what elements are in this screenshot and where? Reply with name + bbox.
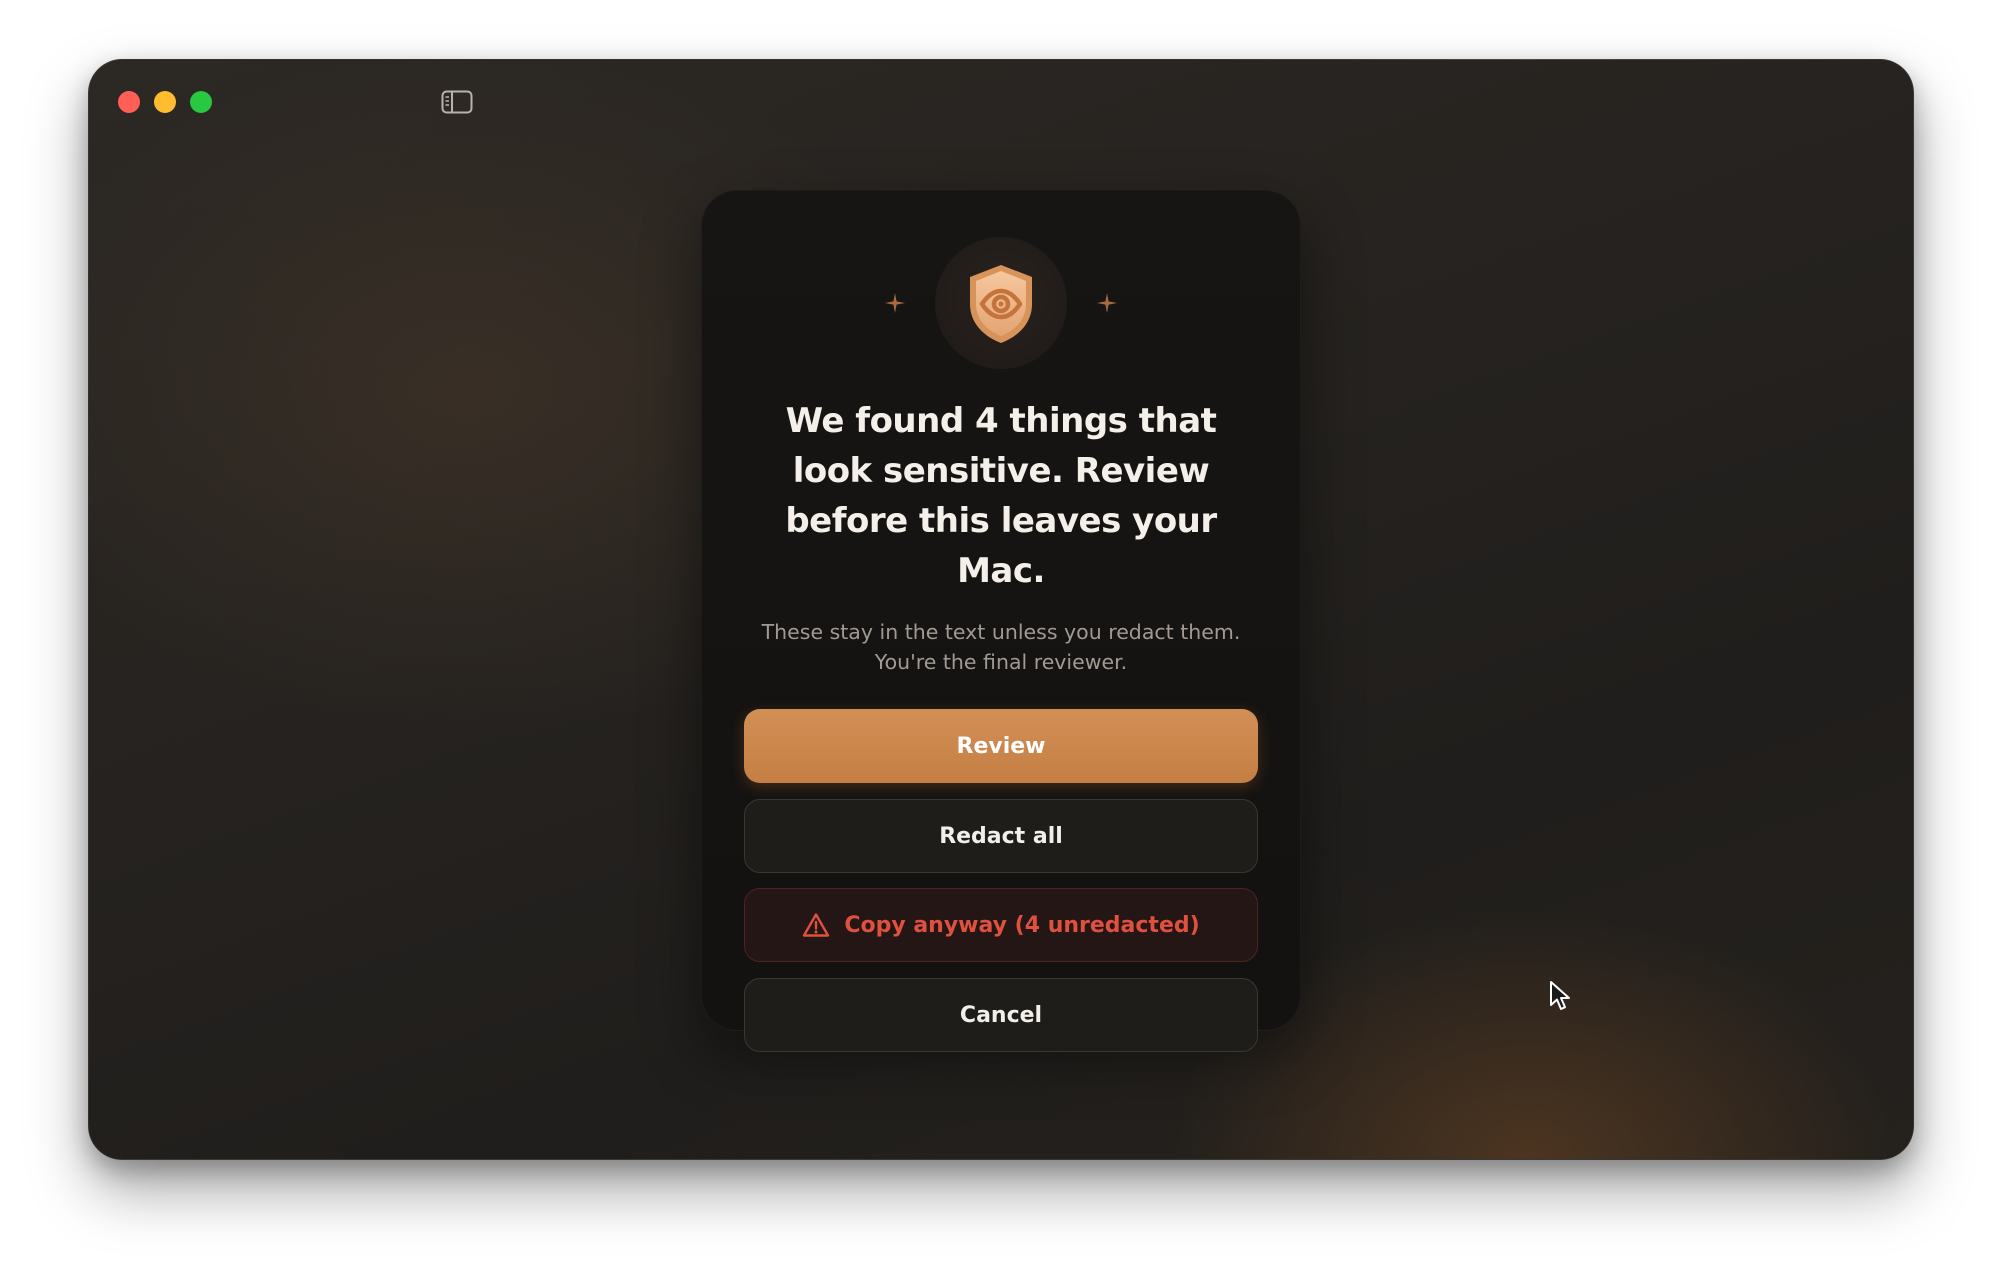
copy-anyway-button-label: Copy anyway (4 unredacted): [844, 912, 1200, 938]
maximize-window-button[interactable]: [190, 91, 212, 113]
app-window: We found 4 things that look sensitive. R…: [88, 59, 1914, 1160]
minimize-window-button[interactable]: [154, 91, 176, 113]
mouse-cursor-icon: [1550, 981, 1570, 1010]
redact-all-button[interactable]: Redact all: [744, 799, 1258, 873]
dialog-title: We found 4 things that look sensitive. R…: [785, 401, 1217, 591]
review-button[interactable]: Review: [744, 709, 1258, 783]
sidebar-toggle-icon[interactable]: [441, 90, 473, 114]
cancel-button-label: Cancel: [959, 1002, 1043, 1028]
copy-anyway-button[interactable]: Copy anyway (4 unredacted): [744, 888, 1258, 962]
shield-eye-icon: [970, 265, 1032, 343]
subtitle-line: These stay in the text unless you redact…: [761, 620, 1241, 644]
sensitive-content-dialog: We found 4 things that look sensitive. R…: [701, 190, 1301, 1052]
warning-icon: [803, 913, 830, 937]
shield-icon-badge: [935, 237, 1067, 369]
redact-all-button-label: Redact all: [939, 823, 1063, 849]
dialog-subtitle: These stay in the text unless you redact…: [742, 617, 1260, 677]
close-window-button[interactable]: [118, 91, 140, 113]
cancel-button[interactable]: Cancel: [744, 978, 1258, 1052]
subtitle-line: You're the final reviewer.: [874, 650, 1128, 674]
review-button-label: Review: [956, 733, 1046, 759]
sparkle-icon: [1097, 293, 1117, 313]
sparkle-icon: [885, 293, 905, 313]
